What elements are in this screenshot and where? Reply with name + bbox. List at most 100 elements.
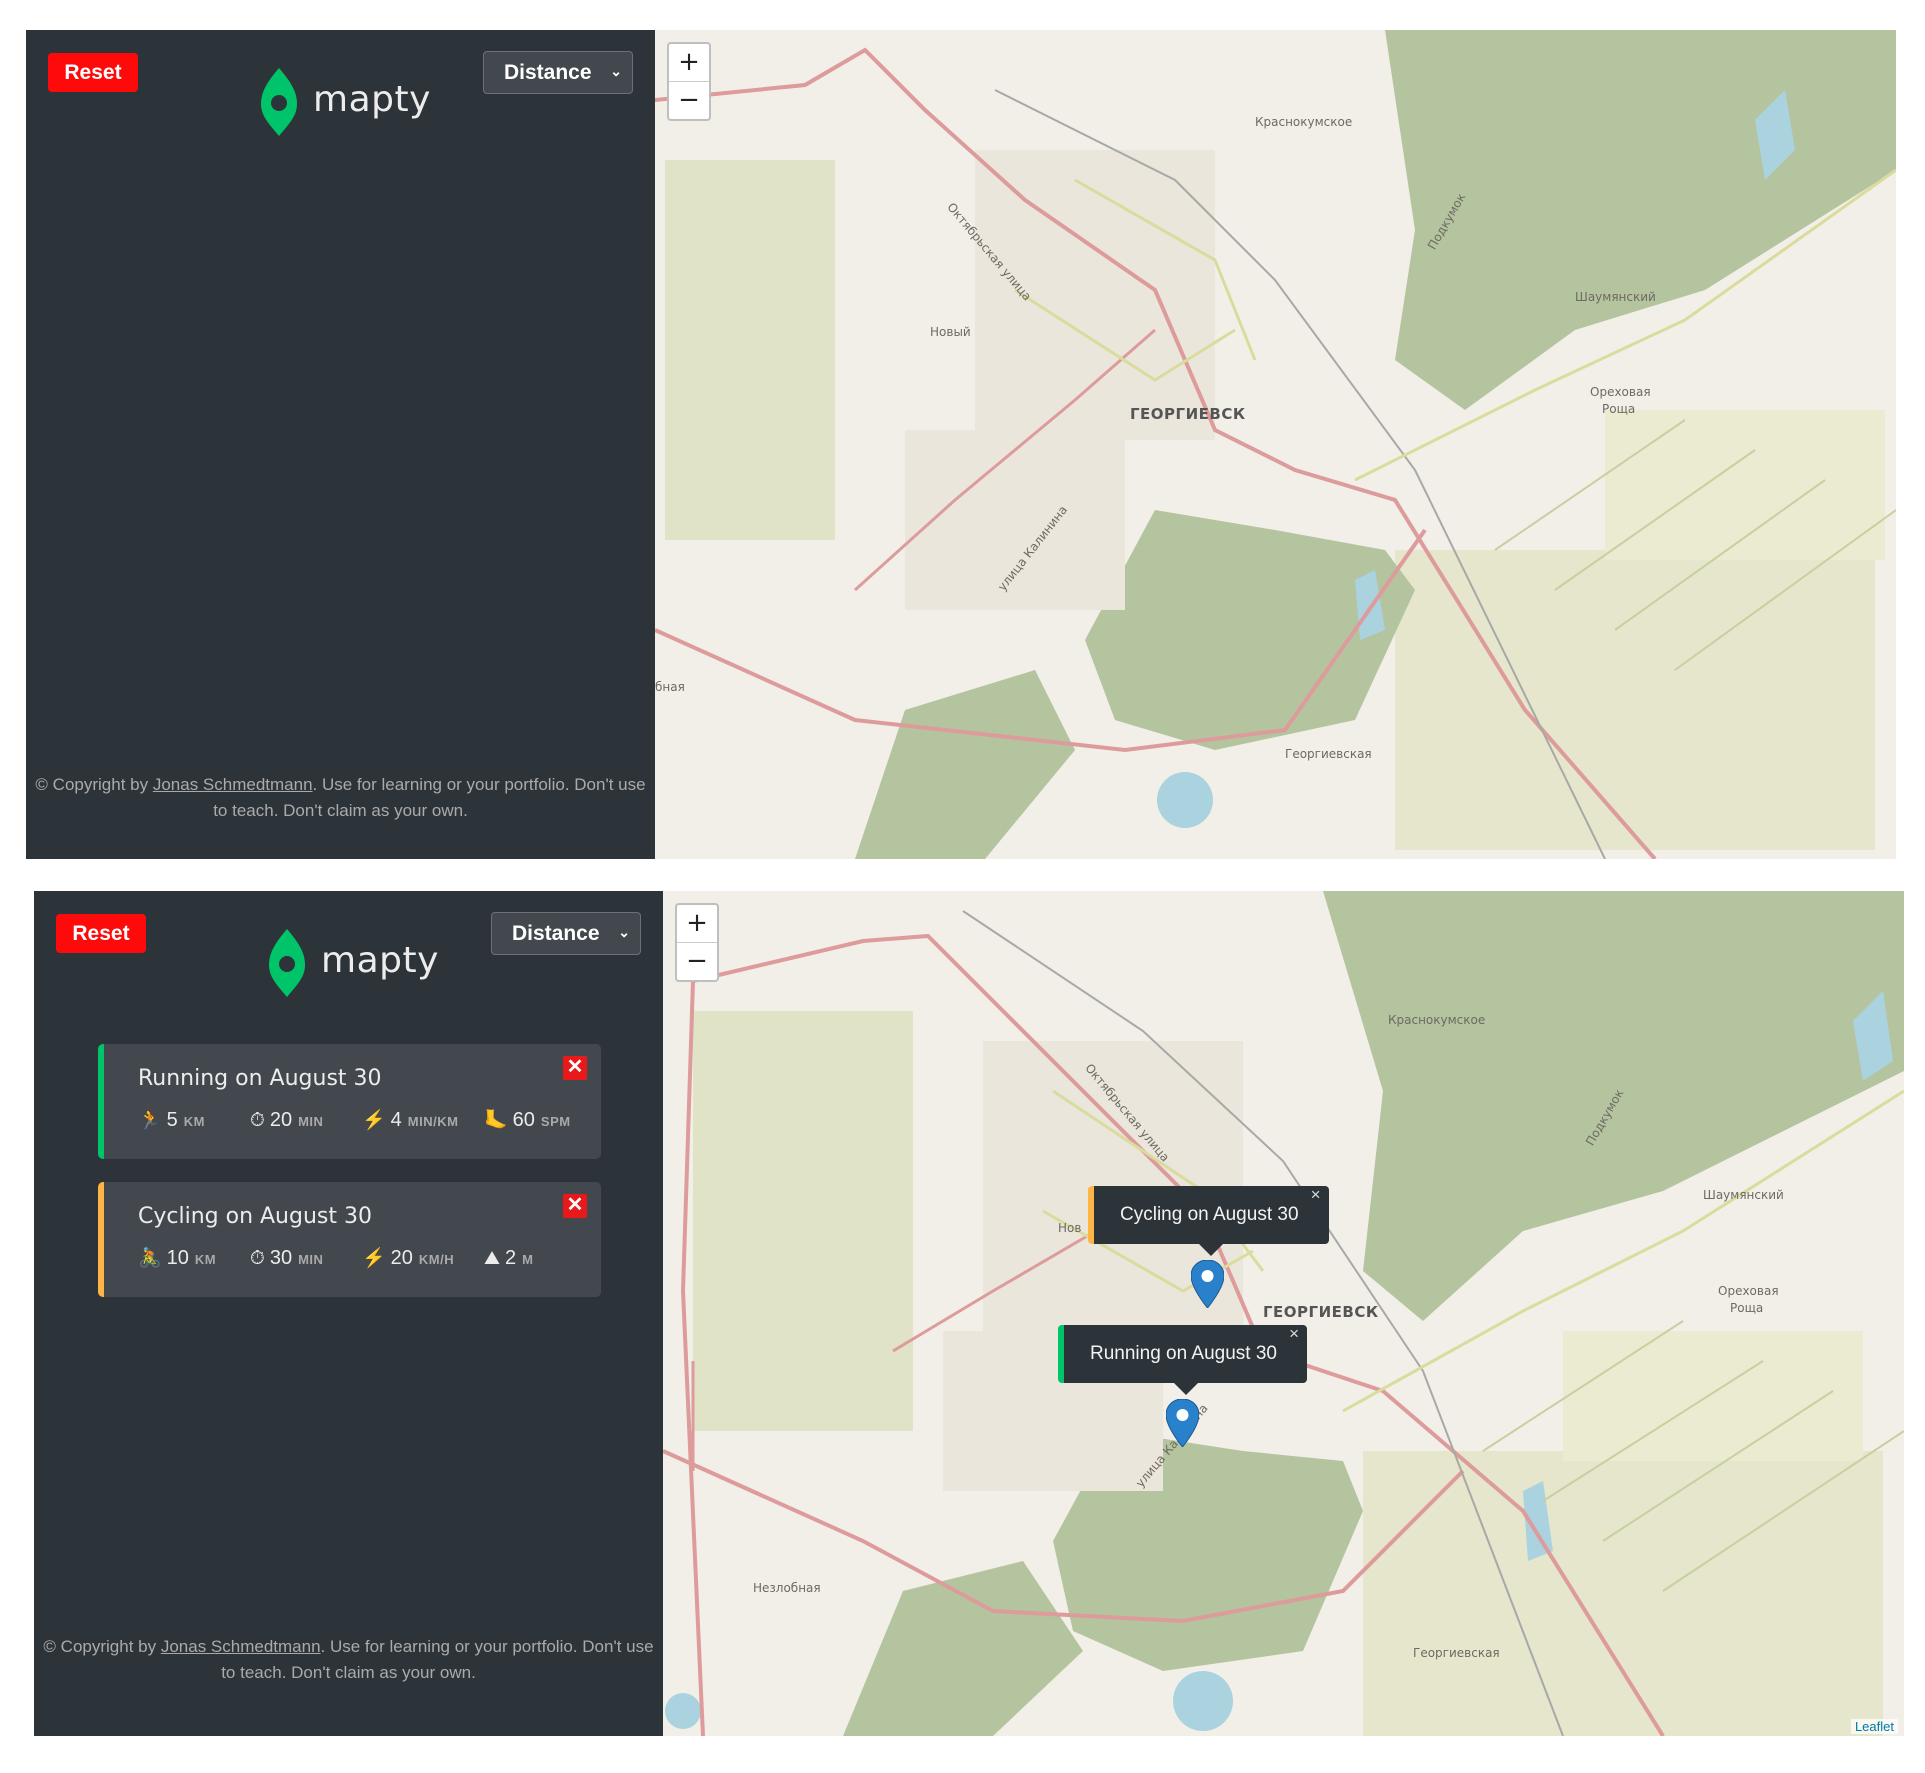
zoom-out-button[interactable]: − <box>669 82 709 119</box>
sort-select[interactable]: Distance ⌄ <box>483 51 633 94</box>
workout-detail-duration: ⏱ 30 MIN <box>250 1247 362 1270</box>
workout-detail-pace: ⚡️ 4 MIN/KM <box>362 1108 484 1132</box>
duration-value: 20 <box>269 1109 293 1131</box>
pace-value: 4 <box>390 1109 402 1131</box>
logo: mapty <box>267 929 439 997</box>
workout-detail-cadence: 🦶 60 SPM <box>484 1108 571 1132</box>
map-label-georgievskaya: Георгиевская <box>1285 747 1372 761</box>
duration-unit: MIN <box>298 1114 324 1129</box>
map[interactable]: + − ГЕОРГИЕВСК Краснокумское Нов Шаумянс… <box>663 891 1904 1736</box>
map-label-krasnokum: Краснокумское <box>1388 1013 1486 1027</box>
zoom-in-button[interactable]: + <box>669 44 709 82</box>
elevation-value: 2 <box>504 1247 517 1269</box>
map-label-roshcha: Роща <box>1602 402 1636 416</box>
map-label-shaumyansky: Шаумянский <box>1575 290 1656 304</box>
sort-selected-value: Distance <box>504 60 592 84</box>
workout-detail-distance: 🚴 10 KM <box>138 1246 250 1270</box>
zoom-in-button[interactable]: + <box>677 905 717 943</box>
map-label-nezlobnaya: Незлобная <box>753 1581 821 1595</box>
mountain-icon: ⛰ <box>484 1248 500 1269</box>
elevation-unit: M <box>522 1252 534 1267</box>
logo-text: mapty <box>313 78 431 120</box>
popup-tip <box>1173 1383 1198 1395</box>
map-pin-logo-icon <box>261 68 297 136</box>
distance-unit: KM <box>194 1252 217 1267</box>
map-label-orekhovaya: Ореховая <box>1718 1284 1779 1298</box>
map-label-city: ГЕОРГИЕВСК <box>1263 1303 1379 1321</box>
popup-close-button[interactable]: × <box>1289 1305 1299 1363</box>
cadence-unit: SPM <box>540 1114 571 1129</box>
workout-detail-elevation: ⛰ 2 M <box>484 1247 533 1270</box>
sort-select[interactable]: Distance ⌄ <box>491 912 641 955</box>
popup-text: Running on August 30 <box>1090 1343 1277 1364</box>
workout-detail-duration: ⏱ 20 MIN <box>250 1109 362 1132</box>
duration-value: 30 <box>269 1247 293 1269</box>
workout-item-cycling[interactable]: Cycling on August 30 ✕ 🚴 10 KM ⏱ 30 MIN … <box>98 1182 601 1297</box>
author-link[interactable]: Jonas Schmedtmann <box>153 775 313 794</box>
map-marker-icon[interactable] <box>1166 1399 1199 1447</box>
popup-close-button[interactable]: × <box>1311 1166 1321 1224</box>
chevron-down-icon: ⌄ <box>610 63 622 79</box>
lightning-icon: ⚡️ <box>362 1110 386 1131</box>
logo: mapty <box>259 68 431 136</box>
author-link[interactable]: Jonas Schmedtmann <box>161 1637 321 1656</box>
logo-text: mapty <box>321 939 439 981</box>
distance-value: 5 <box>166 1109 178 1131</box>
map-label-roshcha: Роща <box>1730 1301 1764 1315</box>
reset-button[interactable]: Reset <box>48 53 138 92</box>
zoom-control: + − <box>675 903 719 982</box>
workout-title: Cycling on August 30 <box>138 1204 372 1229</box>
workout-detail-distance: 🏃 5 KM <box>138 1108 250 1132</box>
popup-cycling[interactable]: Cycling on August 30 × <box>1088 1185 1329 1256</box>
copyright: © Copyright by Jonas Schmedtmann. Use fo… <box>26 772 655 824</box>
map-label-shaumyansky: Шаумянский <box>1703 1188 1784 1202</box>
map-marker-icon[interactable] <box>1191 1260 1224 1308</box>
map-pin-logo-icon <box>269 929 305 997</box>
delete-workout-button[interactable]: ✕ <box>563 1194 587 1218</box>
delete-workout-button[interactable]: ✕ <box>563 1056 587 1080</box>
app-screen-workouts: Reset mapty Distance ⌄ Running on August… <box>34 891 1904 1736</box>
speed-value: 20 <box>390 1247 413 1269</box>
sidebar: Reset mapty Distance ⌄ Running on August… <box>34 891 663 1736</box>
reset-button[interactable]: Reset <box>56 914 146 953</box>
map-label-novy: Новый <box>930 325 971 339</box>
map-tiles <box>655 30 1896 859</box>
leaflet-attribution-link[interactable]: Leaflet <box>1850 1719 1898 1734</box>
stopwatch-icon: ⏱ <box>250 1110 265 1131</box>
map-label-nov: Нов <box>1058 1221 1082 1235</box>
pace-unit: MIN/KM <box>407 1114 459 1129</box>
chevron-down-icon: ⌄ <box>618 924 630 940</box>
sidebar: Reset mapty Distance ⌄ © Copyright by Jo… <box>26 30 655 859</box>
copyright: © Copyright by Jonas Schmedtmann. Use fo… <box>34 1634 663 1686</box>
map-label-nezlobnaya: бная <box>655 680 685 694</box>
sort-selected-value: Distance <box>512 921 600 945</box>
map[interactable]: + − ГЕОРГИЕВСК Краснокумское Новый Шаумя… <box>655 30 1896 859</box>
map-label-georgievskaya: Георгиевская <box>1413 1646 1500 1660</box>
map-label-krasnokum: Краснокумское <box>1255 115 1353 129</box>
map-label-orekhovaya: Ореховая <box>1590 385 1651 399</box>
app-screen-empty: Reset mapty Distance ⌄ © Copyright by Jo… <box>26 30 1896 859</box>
workout-details: 🚴 10 KM ⏱ 30 MIN ⚡️ 20 KM/H ⛰ 2 M <box>138 1246 601 1270</box>
runner-icon: 🏃 <box>138 1110 162 1131</box>
stopwatch-icon: ⏱ <box>250 1248 265 1269</box>
workout-list: Running on August 30 ✕ 🏃 5 KM ⏱ 20 MIN ⚡… <box>98 1044 601 1320</box>
copyright-prefix: © Copyright by <box>35 775 153 794</box>
zoom-out-button[interactable]: − <box>677 943 717 980</box>
copyright-prefix: © Copyright by <box>43 1637 161 1656</box>
duration-unit: MIN <box>298 1252 324 1267</box>
distance-value: 10 <box>166 1247 189 1269</box>
cadence-value: 60 <box>512 1109 535 1131</box>
distance-unit: KM <box>183 1114 206 1129</box>
workout-details: 🏃 5 KM ⏱ 20 MIN ⚡️ 4 MIN/KM 🦶 60 SPM <box>138 1108 601 1132</box>
zoom-control: + − <box>667 42 711 121</box>
speed-unit: KM/H <box>418 1252 455 1267</box>
workout-detail-speed: ⚡️ 20 KM/H <box>362 1246 484 1270</box>
cyclist-icon: 🚴 <box>138 1248 162 1269</box>
popup-text: Cycling on August 30 <box>1120 1204 1299 1225</box>
workout-title: Running on August 30 <box>138 1066 382 1091</box>
popup-running[interactable]: Running on August 30 × <box>1058 1324 1307 1395</box>
popup-tip <box>1199 1244 1224 1256</box>
workout-item-running[interactable]: Running on August 30 ✕ 🏃 5 KM ⏱ 20 MIN ⚡… <box>98 1044 601 1159</box>
lightning-icon: ⚡️ <box>362 1248 386 1269</box>
map-label-city: ГЕОРГИЕВСК <box>1130 405 1246 423</box>
